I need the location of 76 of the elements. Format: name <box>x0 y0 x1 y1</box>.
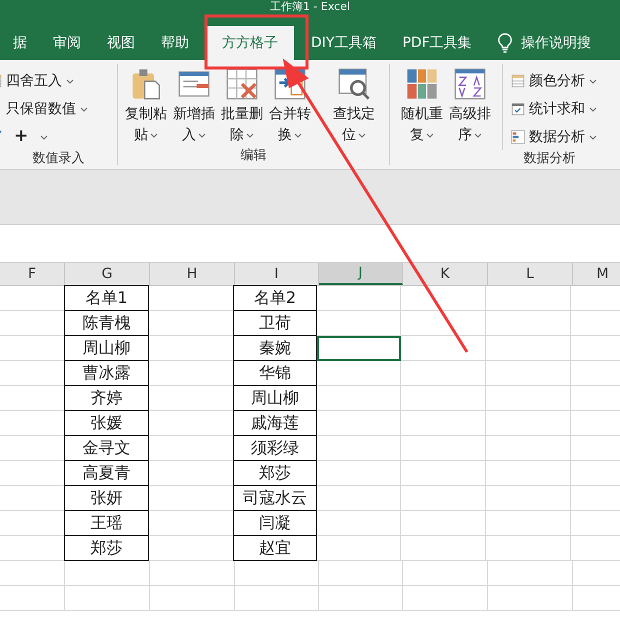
ribbon-tab[interactable]: DIY工具箱 <box>298 26 390 60</box>
column-header[interactable]: L <box>488 263 573 285</box>
table-cell: 王瑶 <box>64 510 149 536</box>
table-cell: 闫凝 <box>233 510 317 536</box>
table-cell: 高夏青 <box>64 460 149 486</box>
table-icon <box>511 74 525 88</box>
grid-cell <box>0 586 65 611</box>
ribbon-small-button[interactable]: + <box>0 124 117 150</box>
table-cell: 须彩绿 <box>233 435 317 461</box>
ribbon-large-button[interactable]: 高级排序 <box>446 64 494 150</box>
checklist-icon <box>511 102 525 116</box>
caret-icon <box>358 132 366 138</box>
table-cell: 曹冰露 <box>64 360 149 386</box>
caret-icon <box>198 132 206 138</box>
group-label: 编辑 <box>240 147 266 165</box>
caret-icon <box>294 132 302 138</box>
ribbon-tab[interactable]: 方方格子 <box>206 26 294 60</box>
group-label: 数据分析 <box>524 150 576 168</box>
table-cross-icon <box>226 68 258 100</box>
caret-icon <box>589 106 597 112</box>
column-header[interactable]: H <box>150 263 235 285</box>
table-cell: 郑莎 <box>64 535 149 561</box>
caret-icon <box>246 132 254 138</box>
table-cell: 司寇水云 <box>233 485 317 511</box>
caret-icon <box>589 78 597 84</box>
table-cell: 秦婉 <box>233 335 317 361</box>
group-label: 数值录入 <box>32 150 84 168</box>
ribbon-tab[interactable]: 审阅 <box>40 26 94 60</box>
ribbon-large-button[interactable]: 随机重复 <box>398 64 446 150</box>
table-cell: 郑莎 <box>233 460 317 486</box>
caret-icon <box>150 132 158 138</box>
table-cell: 周山柳 <box>64 335 149 361</box>
ribbon-small-button[interactable]: 四舍五入 <box>0 68 117 94</box>
color-blocks-icon <box>406 68 438 100</box>
ribbon-large-button[interactable]: 复制粘贴 <box>122 64 170 146</box>
window-title: 工作簿1 - Excel <box>270 1 350 13</box>
ribbon-small-button[interactable]: 只保留数值 <box>0 96 117 122</box>
sort-icon <box>454 68 486 100</box>
column-header[interactable]: G <box>65 263 150 285</box>
table-cell: 周山柳 <box>233 385 317 411</box>
ribbon-large-button[interactable]: 新增插入 <box>170 64 218 146</box>
caret-icon <box>66 78 74 84</box>
table-cell: 戚海莲 <box>233 410 317 436</box>
ribbon-tab[interactable]: 据 <box>0 26 40 60</box>
ribbon-large-button[interactable]: 查找定位 <box>330 64 378 146</box>
ribbon-small-button[interactable]: 统计求和 <box>511 96 597 122</box>
table-cell: 赵宜 <box>233 535 317 561</box>
caret-icon <box>474 132 482 138</box>
table-cell: 张妍 <box>64 485 149 511</box>
table-cell: 华锦 <box>233 360 317 386</box>
table-cell: 卫荷 <box>233 310 317 336</box>
table-cell: 齐婷 <box>64 385 149 411</box>
table-cell: 张媛 <box>64 410 149 436</box>
caret-icon <box>589 134 597 140</box>
search-icon <box>338 68 370 100</box>
ribbon-tab[interactable]: 视图 <box>94 26 148 60</box>
caret-icon <box>426 132 434 138</box>
lightbulb-icon <box>496 33 513 53</box>
ribbon-tab[interactable]: PDF工具集 <box>389 26 485 60</box>
table-cell: 金寻文 <box>64 435 149 461</box>
caret-icon <box>80 106 88 112</box>
ribbon-small-button[interactable]: 数据分析 <box>511 124 597 150</box>
ribbon-large-button[interactable]: 批量删除 <box>218 64 266 146</box>
caret-icon <box>40 134 48 140</box>
column-header[interactable]: J <box>319 263 403 285</box>
ribbon-tab[interactable]: 帮助 <box>148 26 202 60</box>
column-header[interactable]: M <box>573 263 620 285</box>
table-cell: 名单2 <box>233 285 317 311</box>
clipboard-icon <box>130 68 162 100</box>
column-header[interactable]: F <box>0 263 65 285</box>
grid-cell <box>0 561 65 586</box>
ribbon-small-button[interactable]: 颜色分析 <box>511 68 597 94</box>
table-cell: 陈青槐 <box>64 310 149 336</box>
table-cell: 名单1 <box>64 285 149 311</box>
bar-chart-icon <box>511 130 525 144</box>
tell-me-search[interactable]: 操作说明搜 <box>520 32 591 54</box>
